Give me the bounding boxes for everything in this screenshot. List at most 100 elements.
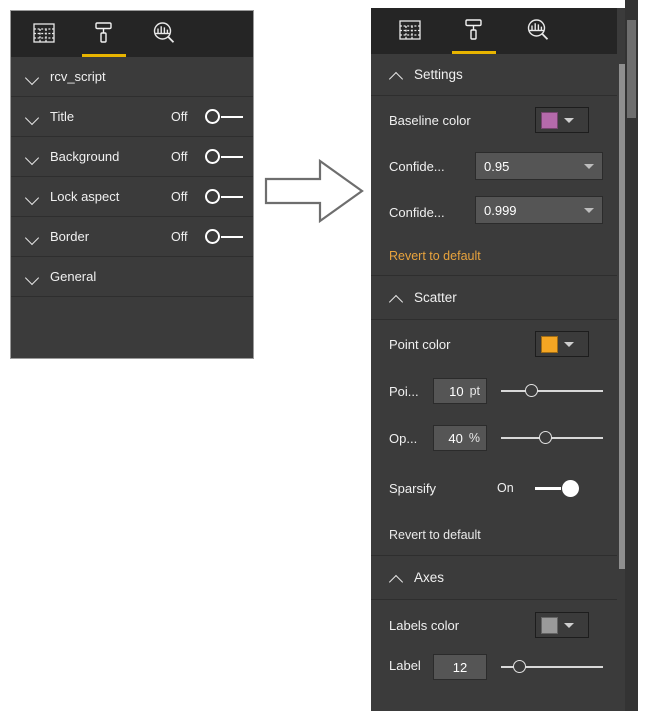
opacity-slider[interactable] <box>501 429 603 447</box>
row-background[interactable]: Background Off <box>11 137 253 177</box>
chevron-down-icon[interactable] <box>584 163 594 169</box>
format-tab[interactable] <box>452 10 496 54</box>
toggle-switch-background[interactable] <box>205 148 249 166</box>
row-rcv-script[interactable]: rcv_script <box>11 57 253 97</box>
row-sparsify: Sparsify On <box>371 462 617 514</box>
slider-track <box>501 437 603 439</box>
dropdown-value: 0.95 <box>484 158 510 174</box>
chevron-up-icon <box>389 67 405 83</box>
label-size-slider[interactable] <box>501 658 603 676</box>
row-labels-color: Labels color <box>371 600 617 650</box>
slider-track <box>501 390 603 392</box>
field-label: Poi... <box>389 383 419 399</box>
chevron-down-icon <box>25 189 41 205</box>
row-empty-filler <box>11 297 253 337</box>
chevron-down-icon <box>25 149 41 165</box>
row-confidence-2: Confide... 0.999 <box>371 188 617 236</box>
fields-tab[interactable] <box>391 10 429 54</box>
section-title: Settings <box>414 67 463 82</box>
row-title[interactable]: Title Off <box>11 97 253 137</box>
right-format-panel: Settings Baseline color Confide... 0.95 … <box>371 8 638 711</box>
field-label: Op... <box>389 430 418 446</box>
analytics-tab[interactable] <box>145 13 183 57</box>
toggle-state-text: Off <box>171 229 188 244</box>
section-header-settings[interactable]: Settings <box>371 54 617 96</box>
toggle-state-text: Off <box>171 189 188 204</box>
chevron-down-icon <box>25 69 41 85</box>
color-swatch[interactable] <box>541 335 558 353</box>
row-point-size: Poi... 10 pt <box>371 368 617 414</box>
field-label: Confide... <box>389 204 445 220</box>
row-revert-settings: Revert to default <box>371 236 617 276</box>
right-panel-body: Settings Baseline color Confide... 0.95 … <box>371 54 617 711</box>
transition-arrow <box>262 155 366 227</box>
format-tab[interactable] <box>82 13 126 57</box>
point-size-input[interactable]: 10 pt <box>433 378 487 404</box>
chevron-down-icon <box>25 269 41 285</box>
field-label: Point color <box>389 336 451 352</box>
color-swatch[interactable] <box>541 111 558 129</box>
chevron-down-icon[interactable] <box>564 117 574 123</box>
toggle-switch-border[interactable] <box>205 228 249 246</box>
revert-to-default-link[interactable]: Revert to default <box>389 528 481 542</box>
label-size-input[interactable]: 12 <box>433 654 487 680</box>
slider-knob[interactable] <box>525 384 538 397</box>
color-swatch[interactable] <box>541 616 558 634</box>
slider-knob[interactable] <box>513 660 526 673</box>
outer-scrollbar[interactable] <box>625 0 638 711</box>
row-label: General <box>50 269 97 284</box>
confidence-2-dropdown[interactable]: 0.999 <box>475 196 603 224</box>
chevron-down-icon <box>25 229 41 245</box>
row-opacity: Op... 40 % <box>371 414 617 462</box>
left-format-panel: rcv_script Title Off Background Off Lock… <box>11 11 253 358</box>
row-label-size: Label 12 <box>371 650 617 680</box>
input-unit: pt <box>469 384 480 398</box>
point-color-picker[interactable] <box>535 331 589 357</box>
row-revert-scatter: Revert to default <box>371 514 617 556</box>
row-general[interactable]: General <box>11 257 253 297</box>
field-label: Label <box>389 657 421 673</box>
toggle-switch-sparsify[interactable] <box>535 478 583 498</box>
chevron-down-icon <box>25 109 41 125</box>
section-title: Scatter <box>414 290 457 305</box>
field-label: Sparsify <box>389 480 436 496</box>
input-value: 40 <box>448 430 463 446</box>
row-baseline-color: Baseline color <box>371 96 617 144</box>
revert-to-default-link[interactable]: Revert to default <box>389 249 481 263</box>
left-tab-bar <box>11 11 253 57</box>
chevron-up-icon <box>389 290 405 306</box>
row-label: Background <box>50 149 120 164</box>
input-unit: % <box>468 431 480 445</box>
section-title: Axes <box>414 570 445 585</box>
field-label: Baseline color <box>389 112 471 128</box>
section-header-scatter[interactable]: Scatter <box>371 276 617 320</box>
chevron-down-icon[interactable] <box>584 207 594 213</box>
point-size-slider[interactable] <box>501 382 603 400</box>
row-lock-aspect[interactable]: Lock aspect Off <box>11 177 253 217</box>
field-label: Confide... <box>389 158 445 174</box>
chevron-up-icon <box>389 570 405 586</box>
dropdown-value: 0.999 <box>484 202 517 218</box>
row-label: Title <box>50 109 75 124</box>
section-header-axes[interactable]: Axes <box>371 556 617 600</box>
slider-knob[interactable] <box>539 431 552 444</box>
chevron-down-icon[interactable] <box>564 341 574 347</box>
row-label: Lock aspect <box>50 189 120 204</box>
scrollbar-thumb[interactable] <box>627 20 636 118</box>
analytics-tab[interactable] <box>519 10 557 54</box>
row-confidence-1: Confide... 0.95 <box>371 144 617 188</box>
row-border[interactable]: Border Off <box>11 217 253 257</box>
confidence-1-dropdown[interactable]: 0.95 <box>475 152 603 180</box>
toggle-switch-title[interactable] <box>205 108 249 126</box>
toggle-state-text: Off <box>171 109 188 124</box>
toggle-switch-lock-aspect[interactable] <box>205 188 249 206</box>
baseline-color-picker[interactable] <box>535 107 589 133</box>
toggle-state-text: On <box>497 481 514 495</box>
chevron-down-icon[interactable] <box>564 622 574 628</box>
row-label: Border <box>50 229 90 244</box>
opacity-input[interactable]: 40 % <box>433 425 487 451</box>
fields-tab[interactable] <box>25 13 63 57</box>
input-value: 12 <box>452 659 468 675</box>
labels-color-picker[interactable] <box>535 612 589 638</box>
toggle-state-text: Off <box>171 149 188 164</box>
